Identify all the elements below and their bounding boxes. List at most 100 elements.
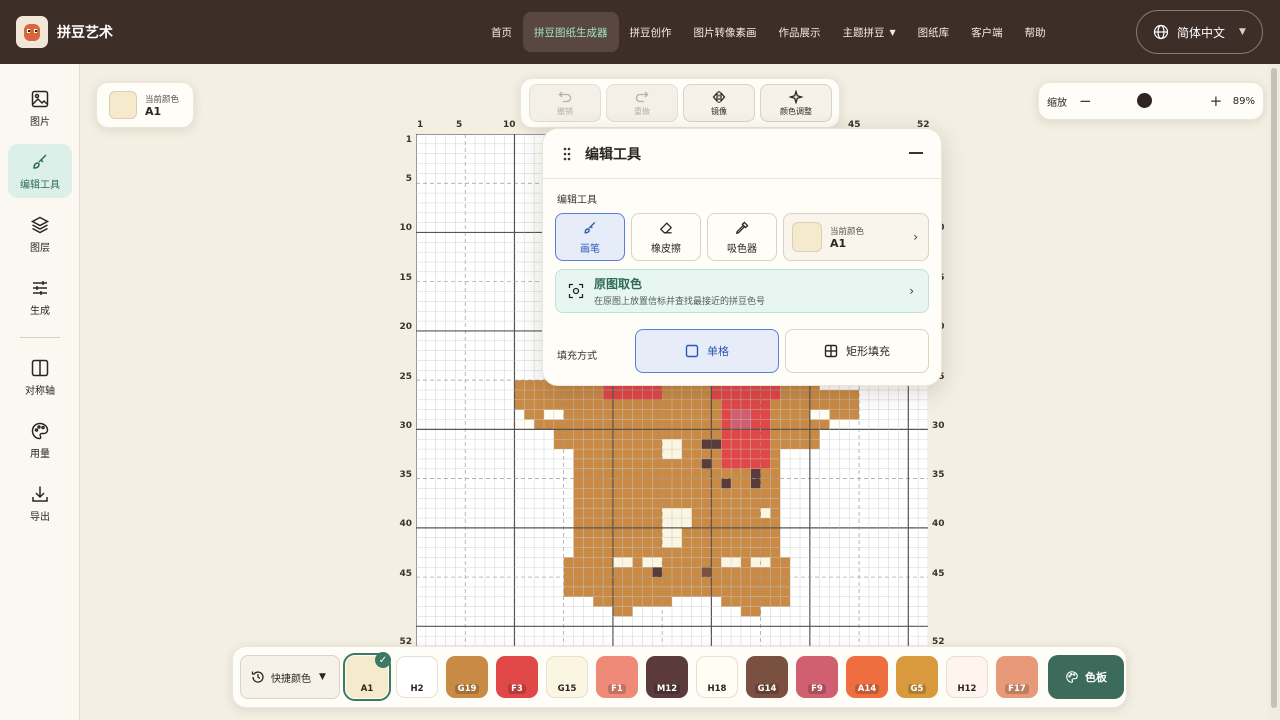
sidebar-item-layers[interactable]: 图层 bbox=[8, 207, 72, 261]
bead-cell[interactable] bbox=[563, 567, 574, 578]
bead-cell[interactable] bbox=[622, 518, 633, 528]
bead-cell[interactable] bbox=[563, 399, 574, 410]
bead-cell[interactable] bbox=[790, 429, 800, 440]
bead-cell[interactable] bbox=[632, 439, 643, 450]
mirror-button[interactable]: 镜像 bbox=[683, 84, 755, 122]
bead-cell[interactable] bbox=[672, 458, 682, 469]
bead-cell[interactable] bbox=[622, 468, 633, 479]
bead-cell[interactable] bbox=[770, 468, 781, 479]
bead-cell[interactable] bbox=[731, 488, 741, 499]
bead-cell[interactable] bbox=[829, 390, 840, 400]
bead-cell[interactable] bbox=[721, 518, 732, 528]
bead-cell[interactable] bbox=[603, 458, 613, 469]
bead-cell[interactable] bbox=[632, 419, 643, 430]
bead-cell[interactable] bbox=[750, 547, 761, 558]
bead-cell[interactable] bbox=[672, 409, 682, 420]
bead-cell[interactable] bbox=[632, 488, 643, 499]
bead-cell[interactable] bbox=[612, 478, 623, 489]
bead-cell[interactable] bbox=[642, 419, 653, 430]
bead-cell[interactable] bbox=[612, 488, 623, 499]
bead-cell[interactable] bbox=[750, 488, 761, 499]
bead-cell[interactable] bbox=[750, 439, 761, 450]
bead-cell[interactable] bbox=[711, 557, 722, 568]
bead-cell[interactable] bbox=[563, 390, 574, 400]
bead-cell[interactable] bbox=[642, 439, 653, 450]
bead-cell[interactable] bbox=[622, 449, 633, 459]
bead-cell[interactable] bbox=[681, 458, 692, 469]
bead-cell[interactable] bbox=[750, 567, 761, 578]
bead-cell[interactable] bbox=[632, 449, 643, 459]
bead-cell[interactable] bbox=[593, 567, 604, 578]
bead-cell[interactable] bbox=[603, 518, 613, 528]
bead-cell[interactable] bbox=[721, 419, 732, 430]
fill-rectangle-button[interactable]: 矩形填充 bbox=[785, 329, 929, 373]
bead-cell[interactable] bbox=[603, 468, 613, 479]
bead-cell[interactable] bbox=[603, 439, 613, 450]
bead-cell[interactable] bbox=[750, 586, 761, 597]
bead-cell[interactable] bbox=[740, 498, 751, 509]
bead-cell[interactable] bbox=[534, 399, 544, 410]
bead-cell[interactable] bbox=[593, 557, 604, 568]
bead-cell[interactable] bbox=[681, 557, 692, 568]
bead-cell[interactable] bbox=[731, 468, 741, 479]
bead-cell[interactable] bbox=[711, 449, 722, 459]
bead-cell[interactable] bbox=[740, 586, 751, 597]
bead-cell[interactable] bbox=[573, 399, 584, 410]
bead-cell[interactable] bbox=[672, 390, 682, 400]
bead-cell[interactable] bbox=[593, 478, 604, 489]
bead-cell[interactable] bbox=[583, 586, 594, 597]
bead-cell[interactable] bbox=[701, 478, 712, 489]
bead-cell[interactable] bbox=[829, 399, 840, 410]
bead-cell[interactable] bbox=[721, 498, 732, 509]
bead-cell[interactable] bbox=[819, 390, 830, 400]
bead-cell[interactable] bbox=[731, 518, 741, 528]
bead-cell[interactable] bbox=[662, 557, 672, 568]
zoom-out-button[interactable]: − bbox=[1079, 92, 1092, 110]
bead-cell[interactable] bbox=[750, 399, 761, 410]
bead-cell[interactable] bbox=[681, 586, 692, 597]
bead-cell[interactable] bbox=[583, 419, 594, 430]
bead-cell[interactable] bbox=[731, 399, 741, 410]
bead-cell[interactable] bbox=[593, 577, 604, 587]
bead-cell[interactable] bbox=[652, 429, 663, 440]
bead-cell[interactable] bbox=[672, 527, 682, 538]
bead-cell[interactable] bbox=[652, 478, 663, 489]
bead-cell[interactable] bbox=[701, 567, 712, 578]
bead-cell[interactable] bbox=[622, 419, 633, 430]
color-adjust-button[interactable]: 颜色调整 bbox=[760, 84, 832, 122]
bead-cell[interactable] bbox=[701, 468, 712, 479]
bead-cell[interactable] bbox=[534, 419, 544, 430]
bead-cell[interactable] bbox=[770, 390, 781, 400]
bead-cell[interactable] bbox=[514, 390, 525, 400]
bead-cell[interactable] bbox=[681, 577, 692, 587]
bead-cell[interactable] bbox=[652, 419, 663, 430]
bead-cell[interactable] bbox=[711, 586, 722, 597]
bead-cell[interactable] bbox=[612, 449, 623, 459]
page-scrollbar[interactable] bbox=[1268, 64, 1280, 720]
bead-cell[interactable] bbox=[583, 449, 594, 459]
bead-cell[interactable] bbox=[612, 537, 623, 548]
bead-cell[interactable] bbox=[839, 409, 850, 420]
color-chip-g5[interactable]: G5 bbox=[896, 656, 938, 698]
color-chip-h18[interactable]: H18 bbox=[696, 656, 738, 698]
bead-cell[interactable] bbox=[642, 390, 653, 400]
bead-cell[interactable] bbox=[750, 468, 761, 479]
bead-cell[interactable] bbox=[672, 557, 682, 568]
bead-cell[interactable] bbox=[691, 577, 702, 587]
bead-cell[interactable] bbox=[642, 468, 653, 479]
bead-cell[interactable] bbox=[740, 478, 751, 489]
bead-cell[interactable] bbox=[593, 547, 604, 558]
bead-cell[interactable] bbox=[691, 478, 702, 489]
bead-cell[interactable] bbox=[849, 409, 860, 420]
current-color-card[interactable]: 当前颜色 A1 bbox=[96, 82, 194, 128]
bead-cell[interactable] bbox=[583, 458, 594, 469]
bead-cell[interactable] bbox=[839, 419, 850, 430]
bead-cell[interactable] bbox=[524, 409, 535, 420]
bead-cell[interactable] bbox=[662, 498, 672, 509]
bead-cell[interactable] bbox=[731, 429, 741, 440]
bead-cell[interactable] bbox=[622, 547, 633, 558]
bead-cell[interactable] bbox=[760, 409, 771, 420]
bead-cell[interactable] bbox=[652, 439, 663, 450]
bead-cell[interactable] bbox=[652, 390, 663, 400]
bead-cell[interactable] bbox=[701, 449, 712, 459]
